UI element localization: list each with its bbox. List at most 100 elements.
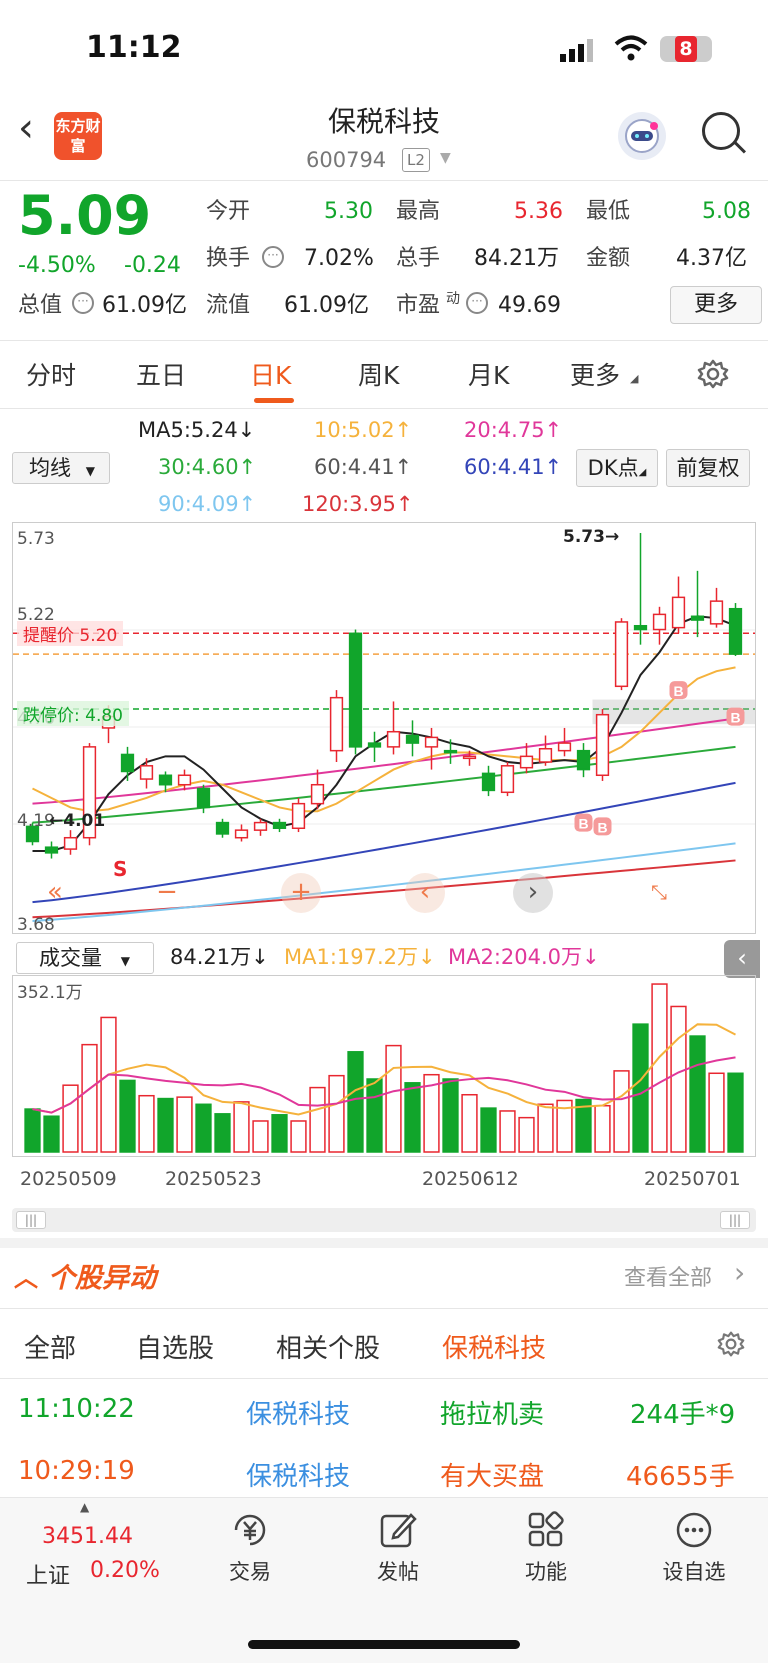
index-value[interactable]: 3451.44	[42, 1524, 133, 1549]
divider	[0, 1378, 768, 1379]
chevron-down-icon[interactable]: ▼	[440, 150, 451, 166]
level-badge[interactable]: L2	[402, 148, 430, 172]
right-icon[interactable]: ›	[513, 873, 553, 913]
chart-scrollbar[interactable]: ||| |||	[12, 1208, 756, 1232]
buy-signal: B	[574, 813, 593, 832]
candle-body	[595, 713, 610, 777]
chevron-right-icon[interactable]: ›	[734, 1256, 745, 1289]
ma-selector[interactable]: 均线 ▼	[12, 452, 110, 484]
more-button[interactable]: 更多	[670, 286, 762, 324]
nav-functions[interactable]: 功能	[496, 1556, 596, 1586]
candle-body	[481, 772, 496, 792]
functions-grid-icon[interactable]	[526, 1510, 566, 1554]
adjust-button[interactable]: 前复权	[666, 449, 750, 487]
buy-signal-text: B	[597, 819, 607, 835]
more-dots-icon[interactable]: ···	[72, 292, 94, 314]
index-name[interactable]: 上证	[26, 1558, 70, 1590]
ma20-line	[32, 717, 736, 805]
view-all-link[interactable]: 查看全部	[624, 1260, 712, 1292]
volume-bar	[24, 1108, 41, 1153]
alert-price-label[interactable]: 提醒价 5.20	[17, 621, 124, 646]
nav-post[interactable]: 发帖	[348, 1556, 448, 1586]
scroll-handle-left[interactable]: |||	[16, 1211, 46, 1229]
left-icon[interactable]: ‹	[405, 873, 445, 913]
event-stock-link[interactable]: 保税科技	[246, 1394, 350, 1431]
nav-trade[interactable]: 交易	[200, 1556, 300, 1586]
filter-related[interactable]: 相关个股	[276, 1328, 380, 1365]
up-arrow-icon: ▲	[80, 1500, 90, 1514]
event-time: 10:29:19	[18, 1456, 135, 1486]
float-label: 流值	[206, 293, 251, 318]
filter-watchlist[interactable]: 自选股	[136, 1328, 214, 1365]
battery-level: 8	[675, 36, 697, 62]
double-left-icon[interactable]: «	[35, 873, 75, 913]
ma10-line	[32, 666, 736, 813]
date-label: 20250701	[644, 1168, 741, 1190]
filter-this-stock[interactable]: 保税科技	[442, 1328, 546, 1365]
more-dots-icon[interactable]: ···	[262, 246, 284, 268]
ma90-line	[32, 842, 736, 922]
filter-all[interactable]: 全部	[24, 1328, 76, 1365]
volume-bar	[461, 1093, 478, 1153]
tab-intraday[interactable]: 分时	[26, 356, 76, 392]
wifi-icon	[614, 34, 648, 66]
search-icon-handle	[733, 141, 747, 154]
pe-sup: 动	[446, 291, 460, 307]
pe-label: 市盈	[396, 293, 441, 318]
ma-selector-label: 均线	[29, 456, 71, 480]
zoom-in-icon[interactable]: +	[281, 873, 321, 913]
tab-weekly-k[interactable]: 周K	[358, 356, 399, 392]
axis-bottom-label: 3.68	[17, 915, 55, 935]
candle-body	[443, 749, 458, 754]
assistant-robot-icon[interactable]	[618, 112, 666, 160]
max-price-marker: 5.73→	[563, 527, 620, 547]
volume-bar	[157, 1097, 174, 1153]
volume-bar	[119, 1079, 136, 1153]
indicator-selector[interactable]: 成交量 ▼	[16, 942, 154, 974]
post-edit-icon[interactable]	[378, 1510, 418, 1554]
candle-body	[557, 742, 572, 752]
index-change[interactable]: 0.20%	[90, 1558, 160, 1583]
collapse-panel-icon[interactable]: ‹	[724, 940, 760, 978]
volume-bar	[271, 1114, 288, 1153]
home-indicator	[248, 1640, 520, 1649]
divider	[0, 1308, 768, 1309]
tab-five-day[interactable]: 五日	[136, 356, 186, 392]
volume-bar	[176, 1096, 193, 1153]
candle-body	[671, 596, 686, 629]
volume-bar	[290, 1120, 307, 1153]
trade-icon[interactable]	[230, 1510, 270, 1554]
event-type: 拖拉机卖	[440, 1400, 545, 1430]
settings-gear-icon[interactable]	[697, 358, 729, 394]
tab-active-indicator	[254, 398, 294, 403]
more-dots-icon[interactable]: ···	[466, 292, 488, 314]
candle-body	[538, 748, 553, 763]
change-value: -0.24	[124, 253, 181, 278]
fullscreen-icon[interactable]: ⤡	[639, 873, 679, 913]
volume-label: 总手	[396, 246, 441, 271]
event-stock-link[interactable]: 保税科技	[246, 1456, 350, 1493]
event-type: 有大买盘	[440, 1462, 545, 1492]
float-value: 61.09亿	[284, 293, 369, 318]
kline-chart[interactable]: BBBB 5.73 5.22 4.76 4.19 3.68 提醒价 5.20 跌…	[12, 522, 756, 935]
candle-body	[139, 765, 154, 780]
zoom-out-icon[interactable]: −	[147, 873, 187, 913]
last-price: 5.09	[18, 184, 152, 247]
amount-label: 金额	[586, 246, 631, 271]
nav-add-watch[interactable]: 设自选	[644, 1556, 744, 1586]
settings-gear-icon[interactable]	[717, 1330, 745, 1362]
more-circle-icon[interactable]	[674, 1510, 714, 1554]
volume-bar	[518, 1116, 535, 1153]
candle-body	[652, 613, 667, 631]
tab-more[interactable]: 更多	[570, 356, 620, 392]
scroll-handle-right[interactable]: |||	[720, 1211, 750, 1229]
tab-monthly-k[interactable]: 月K	[468, 356, 509, 392]
candle-body	[120, 753, 135, 773]
fall-alert-label[interactable]: 跌停价: 4.80	[17, 701, 129, 726]
dropdown-caret-icon: ▼	[120, 954, 130, 968]
volume-chart[interactable]: 352.1万	[12, 975, 756, 1157]
tab-daily-k[interactable]: 日K	[250, 356, 291, 392]
mktcap-label: 总值	[18, 293, 63, 318]
dk-point-button[interactable]: DK点◢	[576, 449, 658, 487]
collapse-up-icon[interactable]: ︿	[14, 1258, 38, 1293]
